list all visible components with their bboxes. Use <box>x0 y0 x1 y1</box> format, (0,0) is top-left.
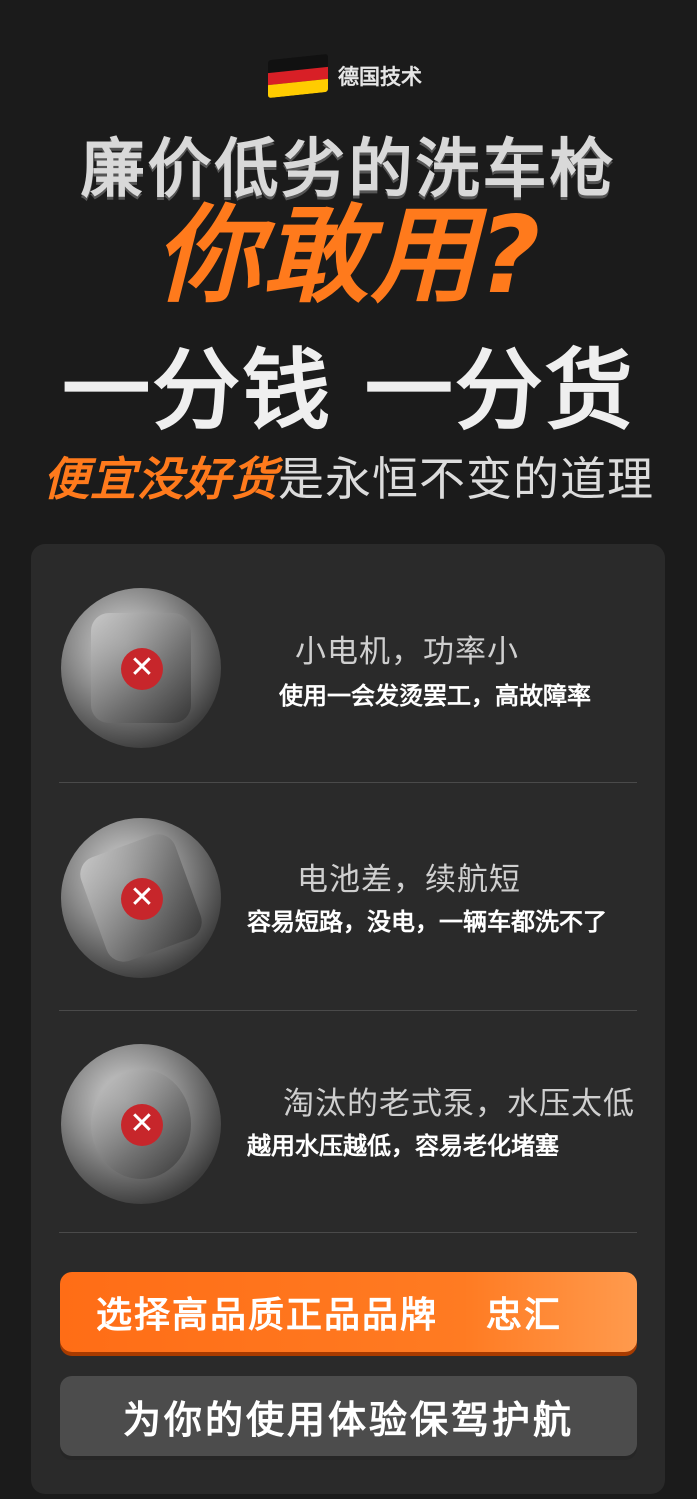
cross-icon: ✕ <box>121 1104 163 1146</box>
list-item-pump: ✕ 淘汰的老式泵，水压太低 越用水压越低，容易老化堵塞 <box>31 1024 665 1244</box>
cross-icon: ✕ <box>121 648 163 690</box>
item-title: 淘汰的老式泵，水压太低 <box>283 1086 635 1122</box>
pump-icon: ✕ <box>61 1044 221 1204</box>
item-subtitle: 容易短路，没电，一辆车都洗不了 <box>247 908 607 936</box>
headline-line4: 便宜没好货是永恒不变的道理 <box>0 452 697 507</box>
divider <box>59 1010 637 1011</box>
item-title: 电池差，续航短 <box>297 862 521 898</box>
german-tech-badge: 德国技术 <box>268 53 422 99</box>
german-flag-icon <box>268 53 328 99</box>
brand-name: 忠汇 <box>486 1295 563 1336</box>
choose-brand-label: 选择高品质正品品牌 <box>96 1295 439 1336</box>
badge-label: 德国技术 <box>338 65 422 89</box>
list-item-motor: ✕ 小电机，功率小 使用一会发烫罢工，高故障率 <box>31 564 665 784</box>
divider <box>59 782 637 783</box>
item-title: 小电机，功率小 <box>295 634 519 670</box>
choose-brand-button[interactable]: 选择高品质正品品牌 忠汇 <box>60 1272 637 1352</box>
item-subtitle: 越用水压越低，容易老化堵塞 <box>247 1132 559 1160</box>
divider <box>59 1232 637 1233</box>
cross-icon: ✕ <box>121 878 163 920</box>
headline-line4-rest: 是永恒不变的道理 <box>278 452 654 506</box>
headline-line4-highlight: 便宜没好货 <box>43 452 278 506</box>
item-subtitle: 使用一会发烫罢工，高故障率 <box>279 682 591 710</box>
headline-line3: 一分钱 一分货 <box>62 339 635 442</box>
battery-icon: ✕ <box>61 818 221 978</box>
motor-icon: ✕ <box>61 588 221 748</box>
headline-line2: 你敢用? <box>154 194 543 317</box>
experience-banner-label: 为你的使用体验保驾护航 <box>122 1397 574 1442</box>
list-item-battery: ✕ 电池差，续航短 容易短路，没电，一辆车都洗不了 <box>31 796 665 1016</box>
experience-banner-button[interactable]: 为你的使用体验保驾护航 <box>60 1376 637 1456</box>
